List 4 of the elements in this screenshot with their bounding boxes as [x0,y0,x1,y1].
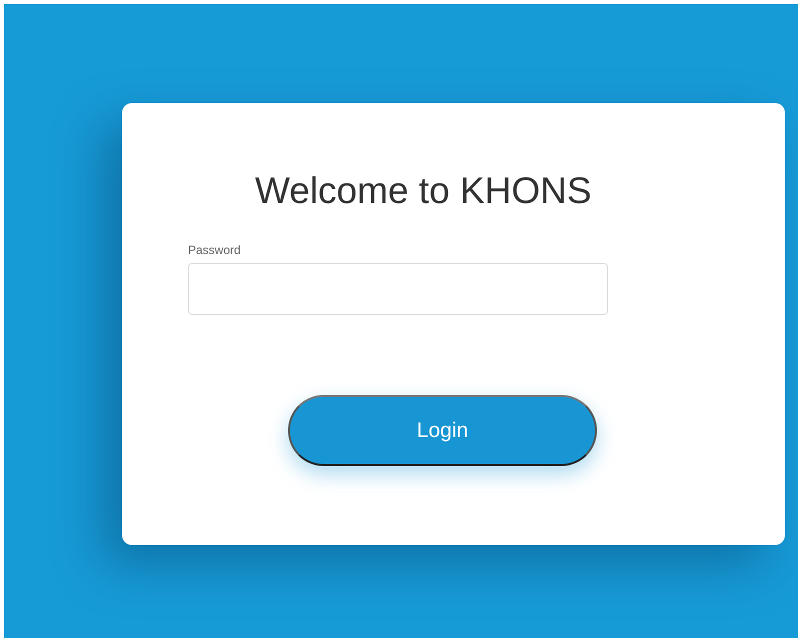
welcome-title: Welcome to KHONS [255,169,593,213]
password-field[interactable] [188,263,608,315]
login-button[interactable]: Login [288,395,597,466]
password-label: Password [188,243,242,257]
